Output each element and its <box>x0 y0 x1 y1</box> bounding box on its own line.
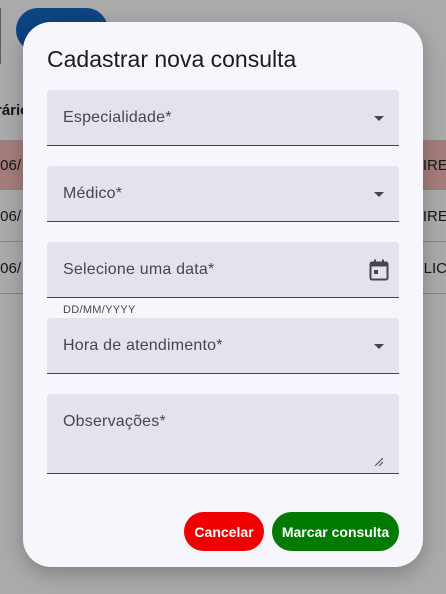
date-format-hint: DD/MM/YYYY <box>63 304 136 316</box>
doctor-label: Médico* <box>63 185 123 202</box>
resize-handle-icon[interactable] <box>375 458 383 466</box>
schedule-appointment-button[interactable]: Marcar consulta <box>272 512 399 551</box>
date-label: Selecione uma data* <box>63 261 215 278</box>
specialty-label: Especialidade* <box>63 109 172 126</box>
doctor-select[interactable]: Médico* <box>47 166 399 222</box>
arrow-drop-down-icon[interactable] <box>374 192 384 197</box>
cancel-button[interactable]: Cancelar <box>184 512 264 551</box>
arrow-drop-down-icon[interactable] <box>374 116 384 121</box>
specialty-select[interactable]: Especialidade* <box>47 90 399 146</box>
dialog-title: Cadastrar nova consulta <box>47 46 297 72</box>
notes-textarea[interactable]: Observações* <box>47 394 399 474</box>
calendar-icon[interactable] <box>369 259 389 281</box>
arrow-drop-down-icon[interactable] <box>374 344 384 349</box>
time-select[interactable]: Hora de atendimento* <box>47 318 399 374</box>
new-appointment-dialog: Cadastrar nova consulta Especialidade* M… <box>23 22 423 567</box>
date-input[interactable]: Selecione uma data* <box>47 242 399 298</box>
notes-label: Observações* <box>63 413 166 430</box>
time-label: Hora de atendimento* <box>63 337 223 354</box>
